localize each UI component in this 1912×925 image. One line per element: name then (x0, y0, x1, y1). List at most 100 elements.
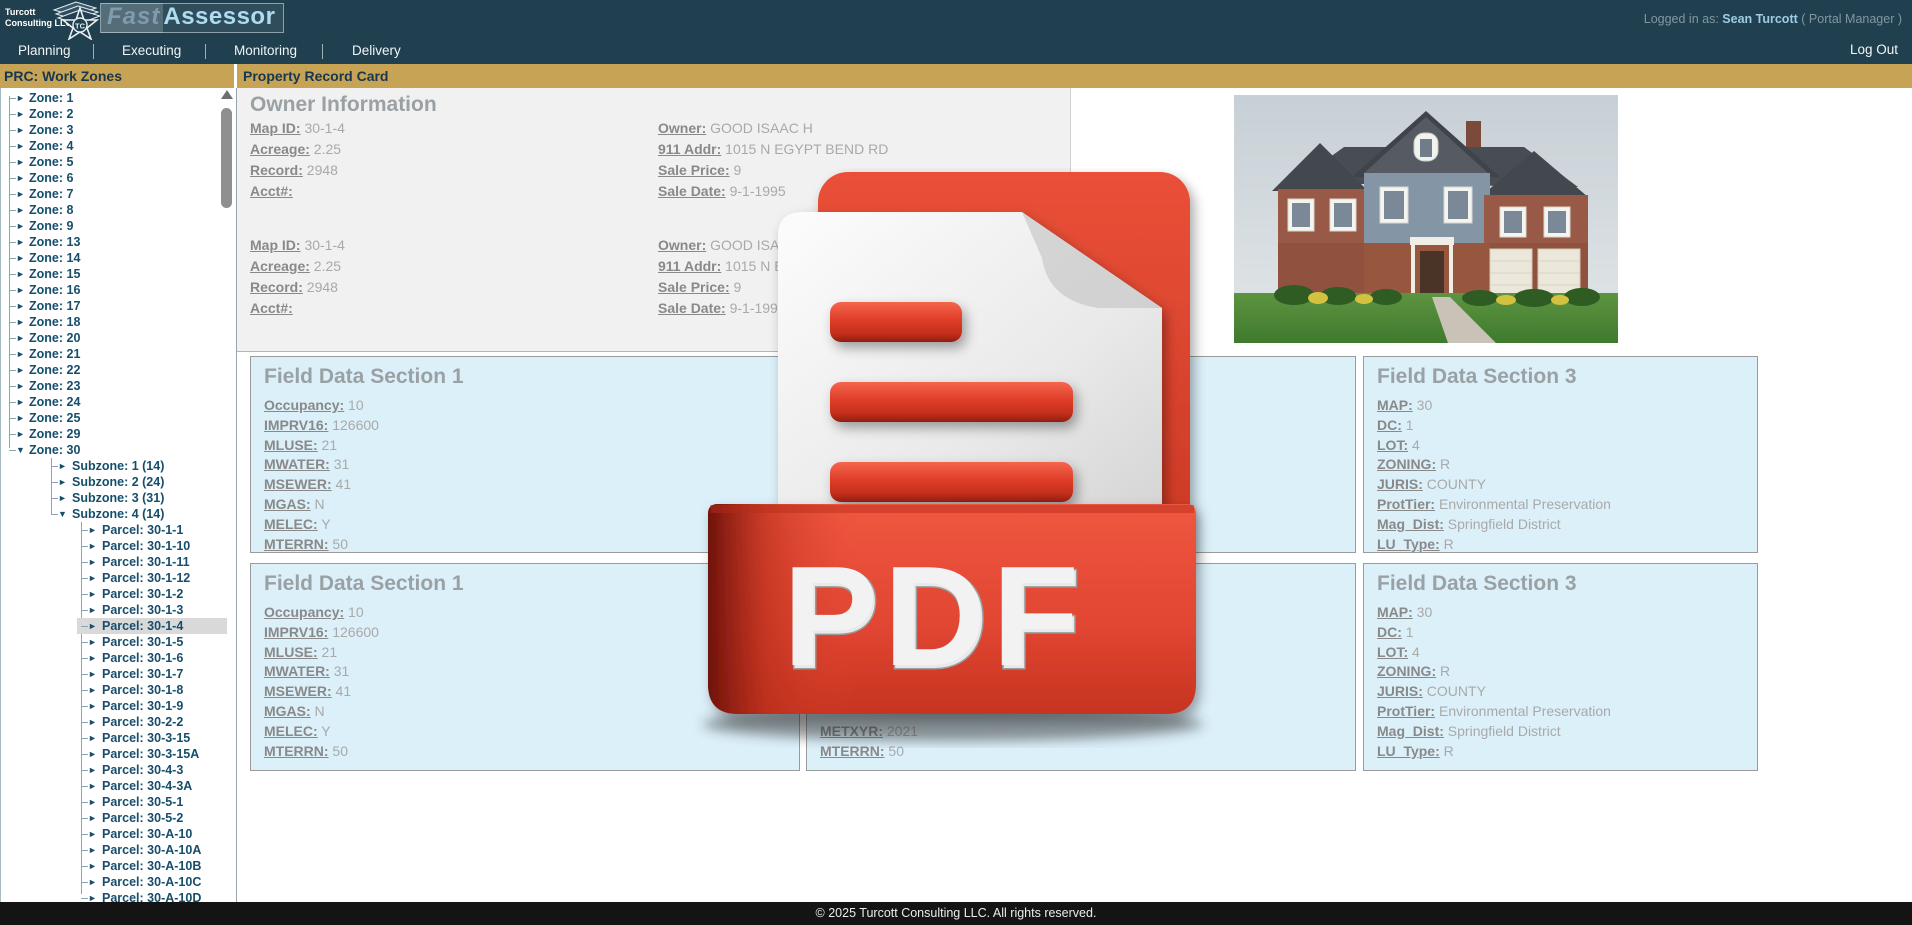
tree-item-zone-29[interactable]: ►Zone: 29 (1, 426, 221, 442)
logout-button[interactable]: Log Out (1850, 42, 1898, 57)
tree-item-label[interactable]: Zone: 2 (27, 106, 78, 122)
tree-item-label[interactable]: Parcel: 30-1-4 (100, 618, 188, 634)
tree-item-label[interactable]: Zone: 30 (27, 442, 85, 458)
tree-item-label[interactable]: Parcel: 30-1-12 (100, 570, 195, 586)
tree-item-parcel-30-1-9[interactable]: ►Parcel: 30-1-9 (1, 698, 221, 714)
tree-item-parcel-30-1-2[interactable]: ►Parcel: 30-1-2 (1, 586, 221, 602)
chevron-right-icon[interactable]: ► (16, 170, 25, 186)
pdf-file-icon[interactable]: PDF PDF (618, 168, 1218, 754)
chevron-right-icon[interactable]: ► (88, 874, 97, 890)
tree-item-label[interactable]: Parcel: 30-1-11 (100, 554, 195, 570)
chevron-right-icon[interactable]: ► (16, 106, 25, 122)
tree-item-parcel-30-1-3[interactable]: ►Parcel: 30-1-3 (1, 602, 221, 618)
chevron-right-icon[interactable]: ► (88, 538, 97, 554)
chevron-right-icon[interactable]: ► (88, 602, 97, 618)
tree-item-label[interactable]: Parcel: 30-A-10D (100, 890, 206, 902)
chevron-right-icon[interactable]: ► (16, 346, 25, 362)
tree-item-parcel-30-a-10a[interactable]: ►Parcel: 30-A-10A (1, 842, 221, 858)
tree-item-label[interactable]: Zone: 14 (27, 250, 85, 266)
tree-item-label[interactable]: Parcel: 30-1-10 (100, 538, 195, 554)
tree-item-parcel-30-1-12[interactable]: ►Parcel: 30-1-12 (1, 570, 221, 586)
tree-item-label[interactable]: Parcel: 30-1-9 (100, 698, 188, 714)
tree-item-label[interactable]: Parcel: 30-4-3A (100, 778, 197, 794)
tree-item-parcel-30-5-2[interactable]: ►Parcel: 30-5-2 (1, 810, 221, 826)
chevron-right-icon[interactable]: ► (88, 618, 97, 634)
tree-item-zone-8[interactable]: ►Zone: 8 (1, 202, 221, 218)
tree-item-label[interactable]: Subzone: 2 (24) (70, 474, 169, 490)
tree-item-label[interactable]: Zone: 17 (27, 298, 85, 314)
chevron-right-icon[interactable]: ► (58, 474, 67, 490)
chevron-right-icon[interactable]: ► (16, 362, 25, 378)
tree-item-label[interactable]: Parcel: 30-1-1 (100, 522, 188, 538)
tree-item-zone-30[interactable]: ▼Zone: 30 (1, 442, 221, 458)
chevron-down-icon[interactable]: ▼ (58, 506, 67, 522)
tree-item-label[interactable]: Zone: 24 (27, 394, 85, 410)
chevron-right-icon[interactable]: ► (88, 570, 97, 586)
tree-item-zone-7[interactable]: ►Zone: 7 (1, 186, 221, 202)
chevron-right-icon[interactable]: ► (88, 794, 97, 810)
tree-item-label[interactable]: Zone: 15 (27, 266, 85, 282)
tree-item-parcel-30-1-11[interactable]: ►Parcel: 30-1-11 (1, 554, 221, 570)
tree-item-label[interactable]: Zone: 9 (27, 218, 78, 234)
tree-item-label[interactable]: Parcel: 30-5-2 (100, 810, 188, 826)
tree-item-parcel-30-a-10c[interactable]: ►Parcel: 30-A-10C (1, 874, 221, 890)
tree-item-label[interactable]: Zone: 1 (27, 90, 78, 106)
chevron-right-icon[interactable]: ► (16, 154, 25, 170)
tree-item-label[interactable]: Zone: 3 (27, 122, 78, 138)
chevron-right-icon[interactable]: ► (88, 522, 97, 538)
chevron-right-icon[interactable]: ► (16, 378, 25, 394)
tree-item-label[interactable]: Parcel: 30-1-7 (100, 666, 188, 682)
tree-item-label[interactable]: Zone: 23 (27, 378, 85, 394)
tree-item-label[interactable]: Subzone: 1 (14) (70, 458, 169, 474)
tree-item-parcel-30-1-10[interactable]: ►Parcel: 30-1-10 (1, 538, 221, 554)
chevron-right-icon[interactable]: ► (16, 234, 25, 250)
tree-item-label[interactable]: Parcel: 30-4-3 (100, 762, 188, 778)
chevron-right-icon[interactable]: ► (16, 282, 25, 298)
tree-item-parcel-30-a-10[interactable]: ►Parcel: 30-A-10 (1, 826, 221, 842)
chevron-right-icon[interactable]: ► (88, 650, 97, 666)
nav-tab-executing[interactable]: Executing (122, 43, 181, 58)
tree-item-label[interactable]: Parcel: 30-2-2 (100, 714, 188, 730)
chevron-right-icon[interactable]: ► (16, 314, 25, 330)
tree-item-zone-24[interactable]: ►Zone: 24 (1, 394, 221, 410)
tree-item-zone-17[interactable]: ►Zone: 17 (1, 298, 221, 314)
tree-item-zone-16[interactable]: ►Zone: 16 (1, 282, 221, 298)
user-name-link[interactable]: Sean Turcott (1722, 12, 1797, 26)
tree-item-zone-1[interactable]: ►Zone: 1 (1, 90, 221, 106)
chevron-right-icon[interactable]: ► (88, 762, 97, 778)
tree-item-label[interactable]: Parcel: 30-5-1 (100, 794, 188, 810)
tree-item-label[interactable]: Parcel: 30-A-10C (100, 874, 206, 890)
tree-item-zone-6[interactable]: ►Zone: 6 (1, 170, 221, 186)
tree-item-zone-25[interactable]: ►Zone: 25 (1, 410, 221, 426)
tree-item-subzone-1-14[interactable]: ►Subzone: 1 (14) (1, 458, 221, 474)
tree-item-parcel-30-4-3a[interactable]: ►Parcel: 30-4-3A (1, 778, 221, 794)
tree-item-label[interactable]: Zone: 4 (27, 138, 78, 154)
nav-tab-delivery[interactable]: Delivery (352, 43, 401, 58)
tree-item-label[interactable]: Parcel: 30-A-10 (100, 826, 197, 842)
chevron-right-icon[interactable]: ► (16, 250, 25, 266)
chevron-right-icon[interactable]: ► (16, 90, 25, 106)
chevron-right-icon[interactable]: ► (16, 410, 25, 426)
tree-item-label[interactable]: Parcel: 30-3-15 (100, 730, 195, 746)
tree-item-label[interactable]: Zone: 25 (27, 410, 85, 426)
tree-item-zone-4[interactable]: ►Zone: 4 (1, 138, 221, 154)
chevron-right-icon[interactable]: ► (58, 458, 67, 474)
tree-item-label[interactable]: Zone: 20 (27, 330, 85, 346)
tree-item-label[interactable]: Subzone: 3 (31) (70, 490, 169, 506)
tree-item-label[interactable]: Parcel: 30-1-6 (100, 650, 188, 666)
chevron-right-icon[interactable]: ► (16, 218, 25, 234)
tree-item-label[interactable]: Parcel: 30-1-2 (100, 586, 188, 602)
tree-item-parcel-30-4-3[interactable]: ►Parcel: 30-4-3 (1, 762, 221, 778)
chevron-right-icon[interactable]: ► (16, 186, 25, 202)
chevron-right-icon[interactable]: ► (16, 330, 25, 346)
tree-item-parcel-30-3-15[interactable]: ►Parcel: 30-3-15 (1, 730, 221, 746)
chevron-right-icon[interactable]: ► (16, 202, 25, 218)
chevron-right-icon[interactable]: ► (88, 634, 97, 650)
chevron-right-icon[interactable]: ► (88, 890, 97, 902)
tree-item-zone-13[interactable]: ►Zone: 13 (1, 234, 221, 250)
chevron-right-icon[interactable]: ► (88, 682, 97, 698)
tree-item-zone-23[interactable]: ►Zone: 23 (1, 378, 221, 394)
chevron-right-icon[interactable]: ► (88, 586, 97, 602)
chevron-right-icon[interactable]: ► (88, 810, 97, 826)
tree-item-zone-3[interactable]: ►Zone: 3 (1, 122, 221, 138)
